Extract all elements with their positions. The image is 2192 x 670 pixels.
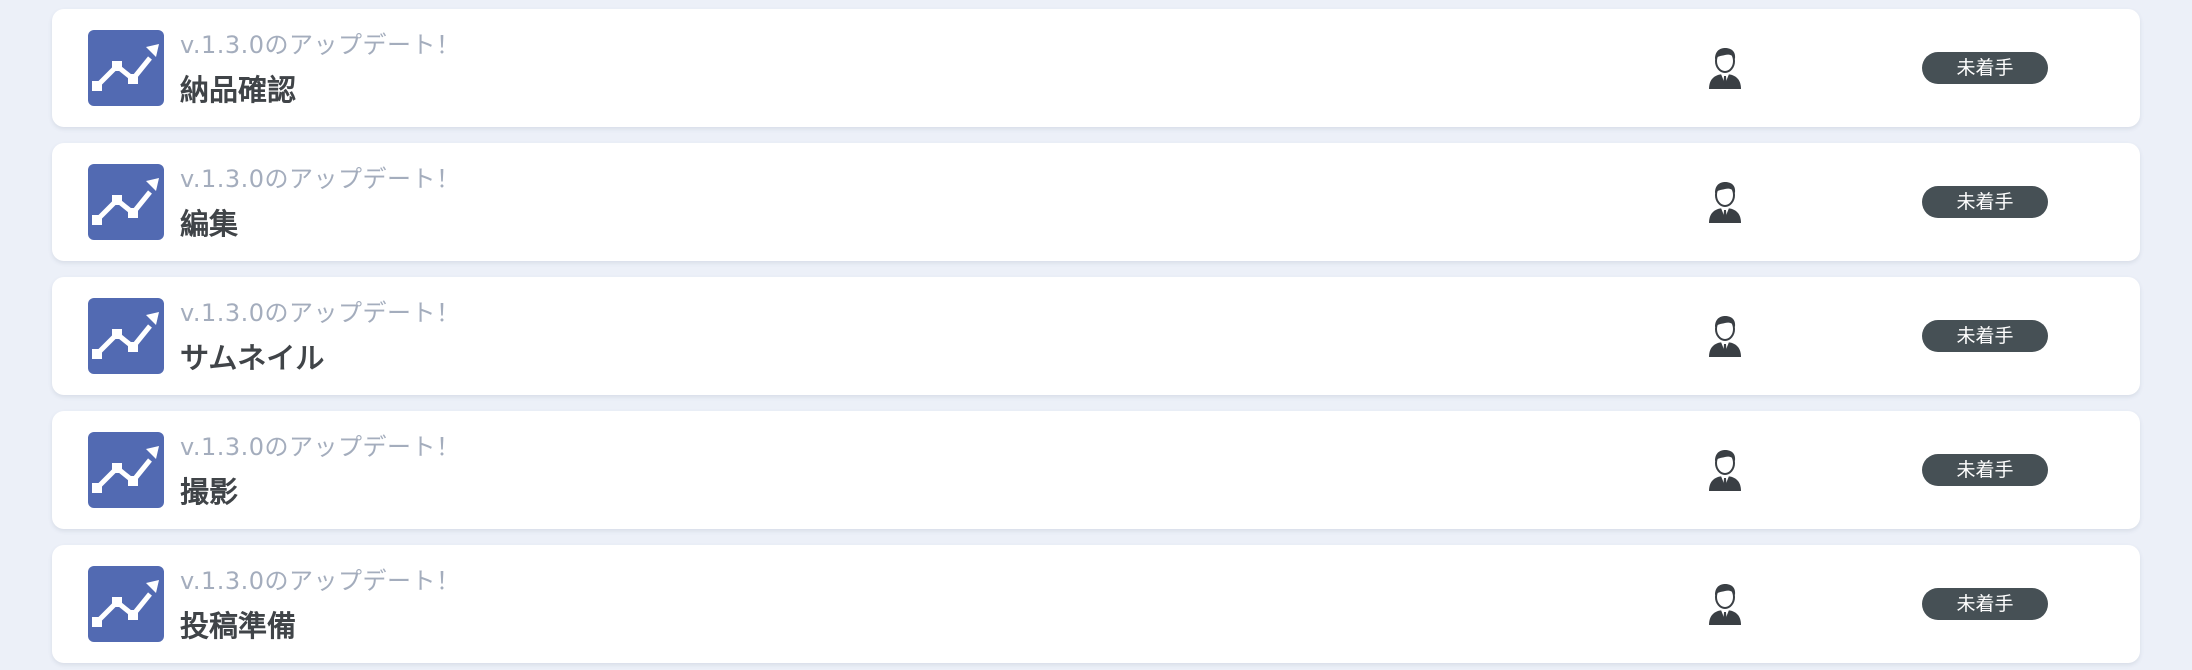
status-badge[interactable]: 未着手 bbox=[1922, 186, 2048, 218]
status-badge[interactable]: 未着手 bbox=[1922, 320, 2048, 352]
task-card[interactable]: v.1.3.0のアップデート！ 撮影 未着手 bbox=[52, 411, 2140, 529]
trending-up-chart-icon bbox=[88, 164, 164, 240]
project-name: v.1.3.0のアップデート！ bbox=[180, 433, 461, 461]
trending-up-chart-icon bbox=[88, 30, 164, 106]
person-avatar-icon[interactable] bbox=[1706, 45, 1744, 91]
task-card[interactable]: v.1.3.0のアップデート！ 投稿準備 未着手 bbox=[52, 545, 2140, 663]
task-title: 投稿準備 bbox=[180, 609, 297, 643]
task-card[interactable]: v.1.3.0のアップデート！ 編集 未着手 bbox=[52, 143, 2140, 261]
trending-up-chart-icon bbox=[88, 298, 164, 374]
task-title: 編集 bbox=[180, 207, 239, 241]
task-title: 納品確認 bbox=[180, 73, 297, 107]
status-badge[interactable]: 未着手 bbox=[1922, 588, 2048, 620]
person-avatar-icon[interactable] bbox=[1706, 447, 1744, 493]
person-avatar-icon[interactable] bbox=[1706, 179, 1744, 225]
project-name: v.1.3.0のアップデート！ bbox=[180, 165, 461, 193]
status-badge[interactable]: 未着手 bbox=[1922, 454, 2048, 486]
trending-up-chart-icon bbox=[88, 566, 164, 642]
project-name: v.1.3.0のアップデート！ bbox=[180, 299, 461, 327]
task-card[interactable]: v.1.3.0のアップデート！ 納品確認 未着手 bbox=[52, 9, 2140, 127]
trending-up-chart-icon bbox=[88, 432, 164, 508]
project-name: v.1.3.0のアップデート！ bbox=[180, 31, 461, 59]
task-list: v.1.3.0のアップデート！ 納品確認 未着手 v.1.3.0のアップデート！ bbox=[0, 0, 2192, 670]
person-avatar-icon[interactable] bbox=[1706, 313, 1744, 359]
project-name: v.1.3.0のアップデート！ bbox=[180, 567, 461, 595]
task-title: 撮影 bbox=[180, 475, 239, 509]
status-badge[interactable]: 未着手 bbox=[1922, 52, 2048, 84]
task-title: サムネイル bbox=[180, 341, 325, 375]
task-card[interactable]: v.1.3.0のアップデート！ サムネイル 未着手 bbox=[52, 277, 2140, 395]
person-avatar-icon[interactable] bbox=[1706, 581, 1744, 627]
